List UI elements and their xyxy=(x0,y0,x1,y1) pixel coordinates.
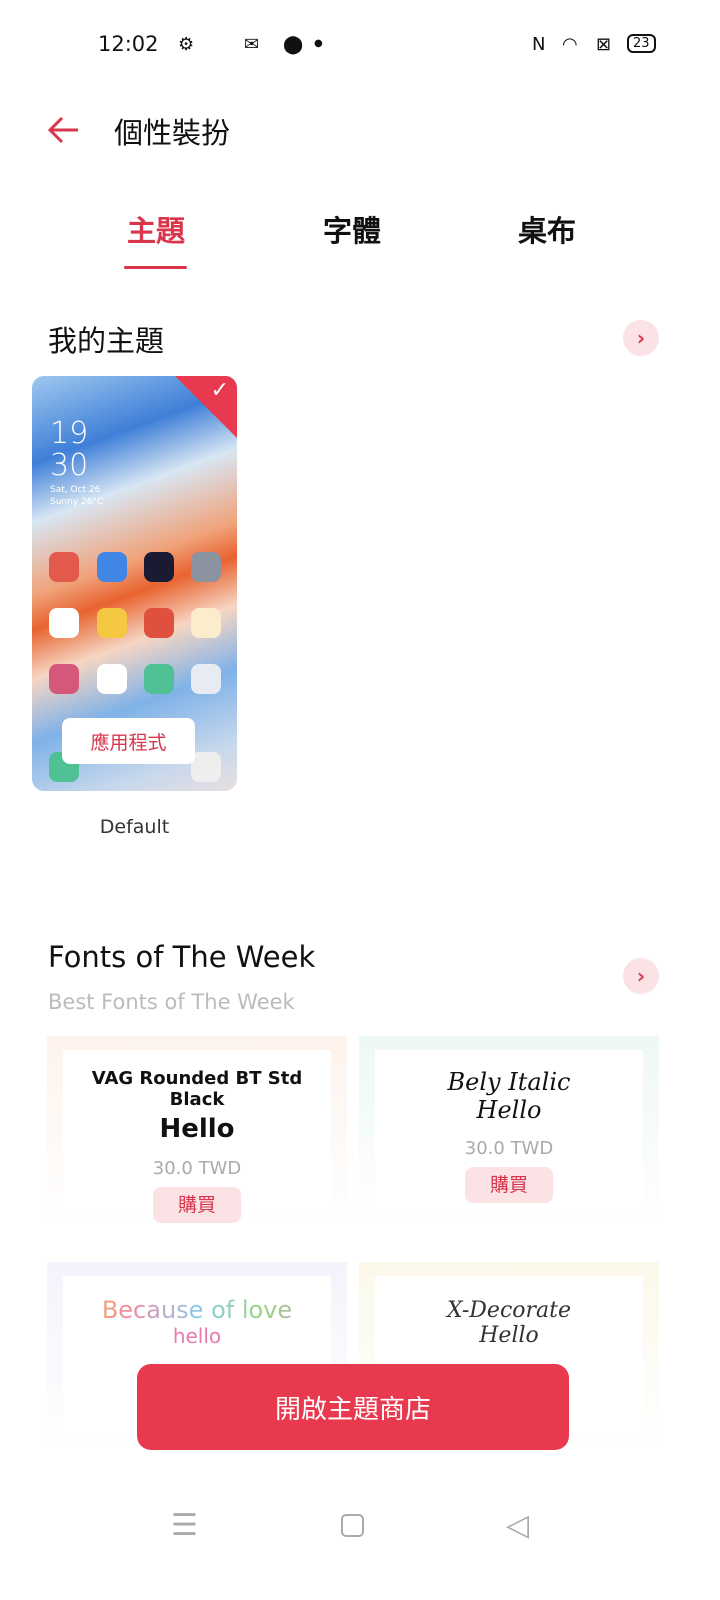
font-name: X-Decorate xyxy=(446,1298,572,1323)
font-sample: Hello xyxy=(476,1096,542,1124)
fonts-subtitle: Best Fonts of The Week xyxy=(48,990,295,1014)
chevron-right-icon: › xyxy=(636,964,646,988)
font-name: VAG Rounded BT Std Black xyxy=(91,1068,303,1110)
font-card[interactable]: Bely Italic Hello 30.0 TWD 購買 xyxy=(359,1036,659,1226)
font-sample: hello xyxy=(172,1324,222,1348)
status-time: 12:02 xyxy=(98,32,159,56)
buy-button[interactable]: 購買 xyxy=(153,1187,241,1223)
location-icon: ⬤ xyxy=(283,34,304,55)
clock-app-icon xyxy=(144,552,174,582)
calendar-app-icon xyxy=(49,552,79,582)
theme-store-app-icon xyxy=(49,664,79,694)
home-nav-icon[interactable] xyxy=(341,1514,364,1537)
theme-name: Default xyxy=(99,816,170,838)
open-theme-store-button[interactable]: 開啟主題商店 xyxy=(137,1364,569,1450)
buy-button[interactable]: 購買 xyxy=(465,1167,553,1203)
photos-app-icon xyxy=(144,608,174,638)
tab-fonts[interactable]: 字體 xyxy=(292,208,412,250)
preview-hour: 19 xyxy=(50,416,89,451)
preview-minute: 30 xyxy=(50,448,89,483)
check-icon: ✓ xyxy=(210,378,229,403)
tab-wallpaper[interactable]: 桌布 xyxy=(487,208,607,250)
font-card[interactable]: VAG Rounded BT Std Black Hello 30.0 TWD … xyxy=(47,1036,347,1226)
weather-app-icon xyxy=(97,552,127,582)
app-market-icon xyxy=(144,664,174,694)
font-sample: Hello xyxy=(159,1114,235,1144)
theme-card-default[interactable]: ✓ 19 30 Sat, Oct 26 Sunny 26°C 應用程式 xyxy=(32,376,237,791)
tab-indicator xyxy=(124,266,187,269)
files-app-icon xyxy=(97,608,127,638)
camera-app-icon xyxy=(191,752,221,782)
chevron-right-icon: › xyxy=(636,326,646,350)
fonts-title: Fonts of The Week xyxy=(48,940,316,974)
back-nav-icon[interactable]: ◁ xyxy=(506,1508,529,1543)
preview-weather: Sunny 26°C xyxy=(50,497,104,507)
font-sample: Hello xyxy=(479,1323,539,1348)
my-themes-title: 我的主題 xyxy=(48,324,165,358)
my-themes-more-button[interactable]: › xyxy=(623,320,659,356)
menu-nav-icon[interactable]: ☰ xyxy=(171,1508,198,1543)
apps-label: 應用程式 xyxy=(62,718,195,764)
font-name: Bely Italic xyxy=(447,1068,571,1096)
gear-icon: ⚙ xyxy=(178,34,195,55)
dot-icon: ● xyxy=(314,38,323,49)
nfc-icon: N xyxy=(532,34,546,55)
settings-app-icon xyxy=(191,552,221,582)
font-price: 30.0 TWD xyxy=(464,1138,554,1159)
game-center-app-icon xyxy=(97,664,127,694)
preview-date: Sat, Oct 26 xyxy=(50,485,101,495)
tools-folder-icon xyxy=(191,664,221,694)
font-price: 30.0 TWD xyxy=(152,1158,242,1179)
tab-theme[interactable]: 主題 xyxy=(96,208,216,250)
sim-icon: ⊠ xyxy=(596,34,612,55)
notes-app-icon xyxy=(191,608,221,638)
page-title: 個性裝扮 xyxy=(114,116,231,150)
fonts-more-button[interactable]: › xyxy=(623,958,659,994)
music-app-icon xyxy=(49,608,79,638)
battery-icon: 23 xyxy=(627,34,656,53)
status-bar: 12:02 ⚙ ✉ ⬤ ● N ◠ ⊠ 23 xyxy=(0,28,720,62)
wifi-icon: ◠ xyxy=(562,34,578,55)
font-name: Because of love xyxy=(63,1296,331,1324)
back-arrow-icon[interactable] xyxy=(44,110,84,150)
mail-icon: ✉ xyxy=(244,34,260,55)
